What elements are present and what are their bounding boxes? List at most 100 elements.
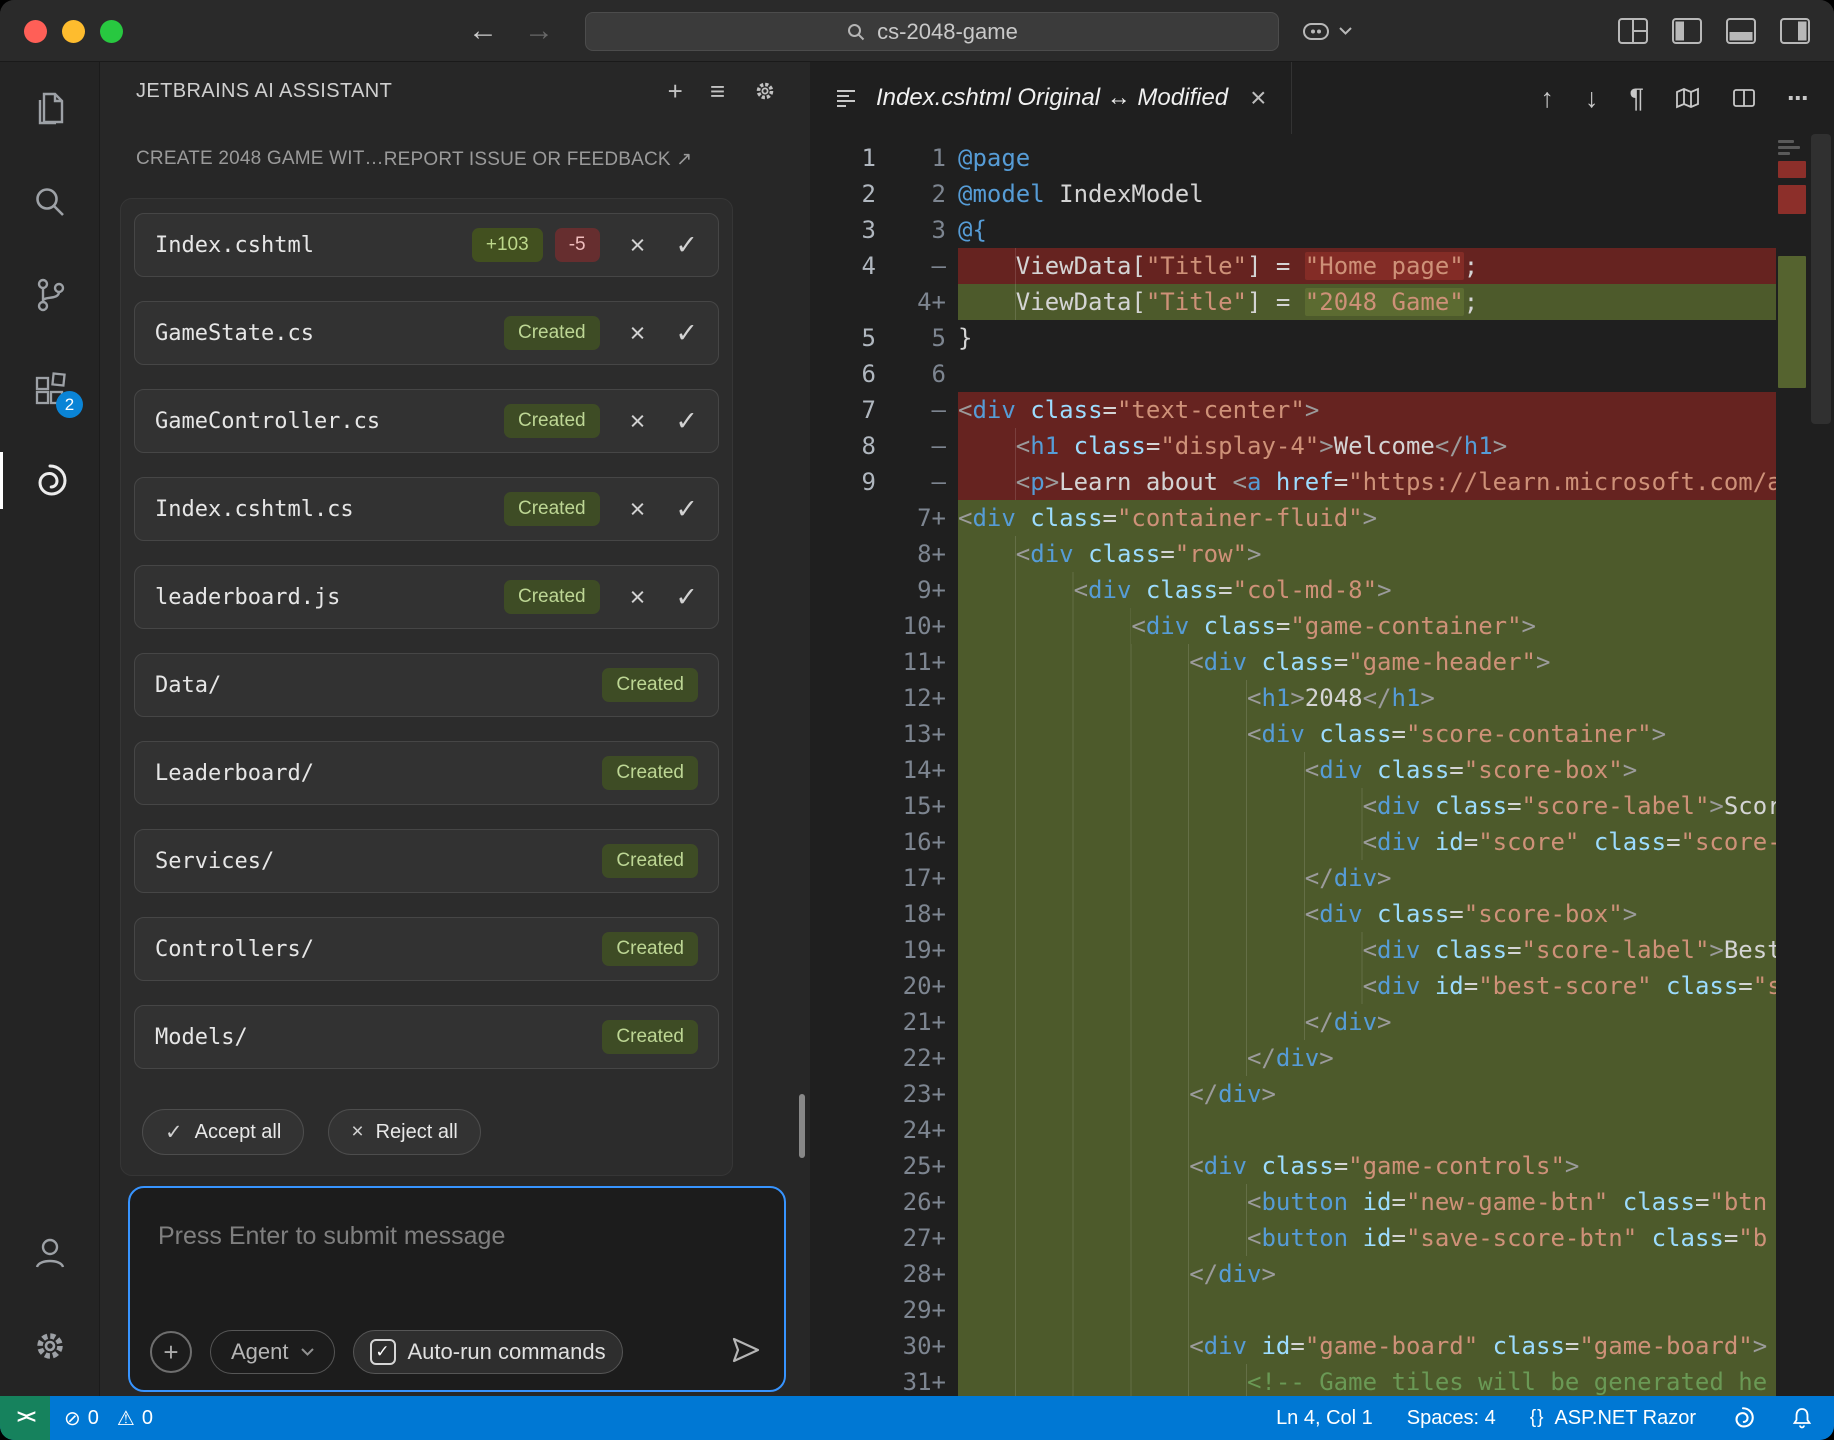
close-window-button[interactable] xyxy=(24,20,47,43)
code-line[interactable]: 8–<h1 class="display-4">Welcome</h1> xyxy=(810,428,1776,464)
next-change-button[interactable]: ↓ xyxy=(1585,85,1599,112)
accept-file-button[interactable]: ✓ xyxy=(675,496,698,523)
code-line[interactable]: 7–<div class="text-center"> xyxy=(810,392,1776,428)
scrollbar-thumb[interactable] xyxy=(1811,134,1831,424)
code-line[interactable]: 9+<div class="col-md-8"> xyxy=(810,572,1776,608)
code-line[interactable]: 55} xyxy=(810,320,1776,356)
editor-scrollbar[interactable] xyxy=(1808,134,1834,1396)
close-tab-icon[interactable]: × xyxy=(1244,82,1266,114)
command-center-search[interactable]: cs-2048-game xyxy=(585,12,1279,51)
file-change-card[interactable]: Index.cshtml.csCreated×✓ xyxy=(134,477,719,541)
toggle-sidebar-left-icon[interactable] xyxy=(1672,18,1702,44)
zoom-window-button[interactable] xyxy=(100,20,123,43)
sidebar-item-extensions[interactable]: 2 xyxy=(0,341,100,434)
file-change-card[interactable]: Data/Created xyxy=(134,653,719,717)
send-button[interactable] xyxy=(730,1334,762,1371)
sidebar-item-search[interactable] xyxy=(0,155,100,248)
forward-button[interactable]: → xyxy=(524,14,554,48)
toggle-panel-icon[interactable] xyxy=(1726,18,1756,44)
accept-file-button[interactable]: ✓ xyxy=(675,232,698,259)
code-line[interactable]: 19+<div class="score-label">Best xyxy=(810,932,1776,968)
problems-errors[interactable]: ⊘ 0 xyxy=(64,1406,99,1431)
sidebar-item-jetbrains-ai[interactable] xyxy=(0,434,100,527)
problems-warnings[interactable]: ⚠ 0 xyxy=(117,1406,153,1431)
code-line[interactable]: 66 xyxy=(810,356,1776,392)
code-line[interactable]: 29+ xyxy=(810,1292,1776,1328)
code-line[interactable]: 30+<div id="game-board" class="game-boar… xyxy=(810,1328,1776,1364)
new-chat-button[interactable]: + xyxy=(668,76,683,107)
code-line[interactable]: 12+<h1>2048</h1> xyxy=(810,680,1776,716)
code-line[interactable]: 15+<div class="score-label">Score xyxy=(810,788,1776,824)
customize-layout-icon[interactable] xyxy=(1618,18,1648,44)
back-button[interactable]: ← xyxy=(468,14,498,48)
chat-input[interactable] xyxy=(130,1188,784,1258)
file-change-card[interactable]: GameController.csCreated×✓ xyxy=(134,389,719,453)
file-change-card[interactable]: Index.cshtml+103-5×✓ xyxy=(134,213,719,277)
accept-all-button[interactable]: ✓ Accept all xyxy=(142,1109,304,1155)
minimap[interactable] xyxy=(1776,134,1808,1396)
language-mode[interactable]: {} ASP.NET Razor xyxy=(1530,1407,1696,1430)
split-editor-icon[interactable] xyxy=(1732,87,1756,109)
map-view-icon[interactable] xyxy=(1675,86,1701,110)
file-change-card[interactable]: Controllers/Created xyxy=(134,917,719,981)
reject-file-button[interactable]: × xyxy=(630,320,646,347)
settings-button[interactable] xyxy=(0,1299,100,1392)
agent-mode-selector[interactable]: Agent xyxy=(210,1330,335,1374)
reject-file-button[interactable]: × xyxy=(630,408,646,435)
sidebar-item-explorer[interactable] xyxy=(0,62,100,155)
code-line[interactable]: 7+<div class="container-fluid"> xyxy=(810,500,1776,536)
file-change-card[interactable]: Leaderboard/Created xyxy=(134,741,719,805)
gear-icon[interactable] xyxy=(752,78,778,104)
tab-diff-editor[interactable]: Index.cshtml Original ↔ Modified × xyxy=(810,62,1292,134)
code-line[interactable]: 13+<div class="score-container"> xyxy=(810,716,1776,752)
minimize-window-button[interactable] xyxy=(62,20,85,43)
toggle-whitespace-button[interactable]: ¶ xyxy=(1630,85,1645,112)
indentation-setting[interactable]: Spaces: 4 xyxy=(1407,1407,1496,1430)
accept-file-button[interactable]: ✓ xyxy=(675,320,698,347)
code-line[interactable]: 22@model IndexModel xyxy=(810,176,1776,212)
code-line[interactable]: 11@page xyxy=(810,140,1776,176)
file-change-card[interactable]: GameState.csCreated×✓ xyxy=(134,301,719,365)
notifications-bell-icon[interactable] xyxy=(1790,1406,1814,1430)
chat-input-box[interactable]: + Agent ✓ Auto-run commands xyxy=(128,1186,786,1392)
file-change-card[interactable]: Services/Created xyxy=(134,829,719,893)
code-line[interactable]: 27+<button id="save-score-btn" class="b xyxy=(810,1220,1776,1256)
code-line[interactable]: 33@{ xyxy=(810,212,1776,248)
autorun-toggle[interactable]: ✓ Auto-run commands xyxy=(353,1330,623,1374)
code-line[interactable]: 10+<div class="game-container"> xyxy=(810,608,1776,644)
autorun-checkbox[interactable]: ✓ xyxy=(370,1339,396,1365)
toggle-sidebar-right-icon[interactable] xyxy=(1780,18,1810,44)
reject-all-button[interactable]: × Reject all xyxy=(328,1109,481,1155)
attach-button[interactable]: + xyxy=(150,1331,192,1373)
cursor-position[interactable]: Ln 4, Col 1 xyxy=(1276,1407,1373,1430)
code-line[interactable]: 14+<div class="score-box"> xyxy=(810,752,1776,788)
code-line[interactable]: 28+</div> xyxy=(810,1256,1776,1292)
code-line[interactable]: 31+<!-- Game tiles will be generated he xyxy=(810,1364,1776,1396)
code-line[interactable]: 4–ViewData["Title"] = "Home page"; xyxy=(810,248,1776,284)
code-line[interactable]: 22+</div> xyxy=(810,1040,1776,1076)
code-line[interactable]: 17+</div> xyxy=(810,860,1776,896)
accept-file-button[interactable]: ✓ xyxy=(675,408,698,435)
feedback-link[interactable]: REPORT ISSUE OR FEEDBACK ↗ xyxy=(384,148,693,171)
sidebar-scrollbar[interactable] xyxy=(799,1094,805,1158)
remote-indicator[interactable]: >< xyxy=(0,1396,50,1440)
reject-file-button[interactable]: × xyxy=(630,232,646,259)
jetbrains-ai-icon[interactable] xyxy=(1730,1405,1756,1431)
code-line[interactable]: 11+<div class="game-header"> xyxy=(810,644,1776,680)
reject-file-button[interactable]: × xyxy=(630,584,646,611)
code-line[interactable]: 8+<div class="row"> xyxy=(810,536,1776,572)
chat-history-button[interactable]: ≡ xyxy=(710,76,725,107)
code-line[interactable]: 18+<div class="score-box"> xyxy=(810,896,1776,932)
code-line[interactable]: 26+<button id="new-game-btn" class="btn xyxy=(810,1184,1776,1220)
code-line[interactable]: 16+<div id="score" class="score- xyxy=(810,824,1776,860)
sidebar-item-source-control[interactable] xyxy=(0,248,100,341)
file-change-card[interactable]: leaderboard.jsCreated×✓ xyxy=(134,565,719,629)
reject-file-button[interactable]: × xyxy=(630,496,646,523)
copilot-menu-button[interactable] xyxy=(1300,15,1352,47)
code-line[interactable]: 4+ViewData["Title"] = "2048 Game"; xyxy=(810,284,1776,320)
code-line[interactable]: 21+</div> xyxy=(810,1004,1776,1040)
file-change-card[interactable]: Models/Created xyxy=(134,1005,719,1069)
code-line[interactable]: 23+</div> xyxy=(810,1076,1776,1112)
code-line[interactable]: 25+<div class="game-controls"> xyxy=(810,1148,1776,1184)
accept-file-button[interactable]: ✓ xyxy=(675,584,698,611)
